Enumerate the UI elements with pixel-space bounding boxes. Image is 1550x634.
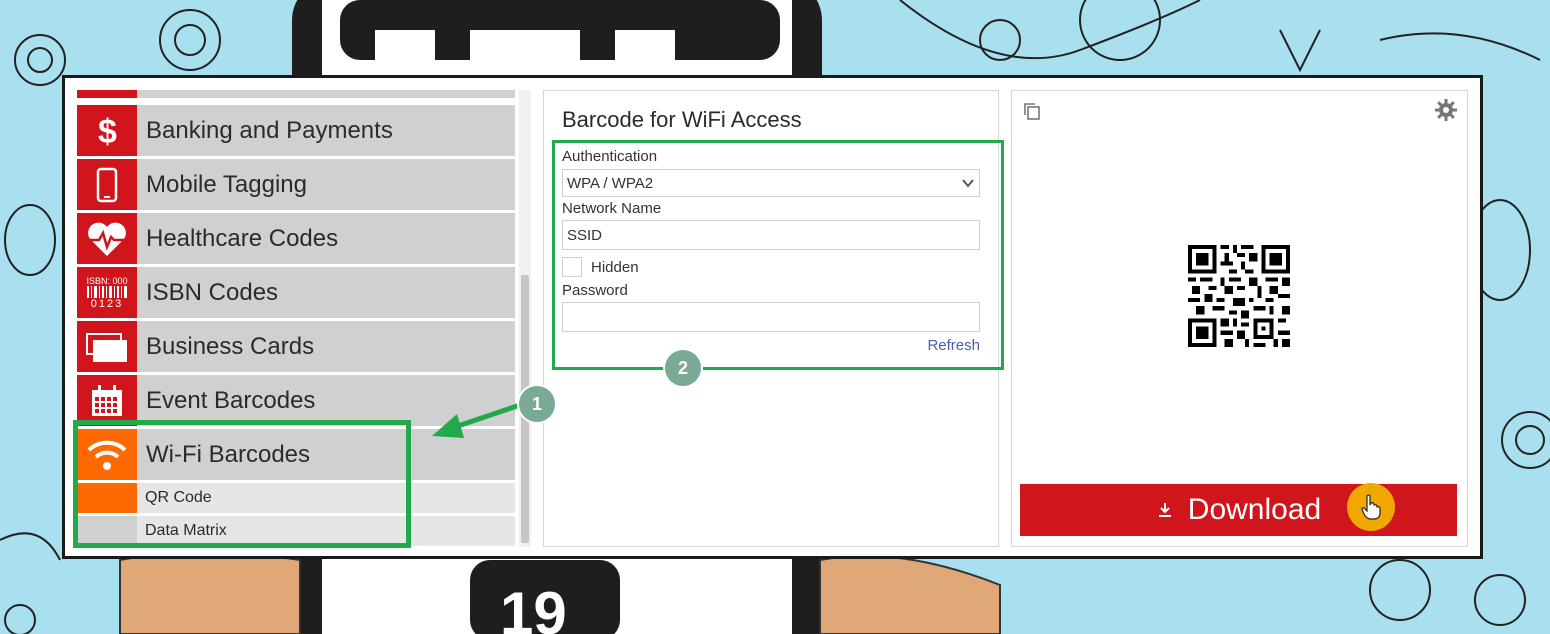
barcode-preview-panel: Download	[1011, 90, 1468, 547]
sidebar-subitem-qr-code[interactable]: QR Code	[77, 483, 515, 513]
sidebar-item-label: Mobile Tagging	[146, 170, 308, 198]
sidebar-item-banking[interactable]: $ Banking and Payments	[77, 105, 515, 156]
heart-pulse-icon	[77, 213, 137, 264]
gear-icon[interactable]	[1435, 99, 1457, 121]
qr-code-image	[1188, 245, 1290, 347]
wifi-icon	[77, 429, 137, 480]
sidebar-item-label: Wi-Fi Barcodes	[146, 440, 311, 468]
unselected-indicator	[77, 516, 137, 546]
calendar-icon	[77, 375, 137, 426]
mobile-phone-icon	[77, 159, 137, 210]
isbn-barcode-icon: ISBN: 000 0123	[77, 267, 137, 318]
hidden-checkbox-row[interactable]: Hidden	[562, 257, 639, 277]
svg-text:19: 19	[500, 580, 567, 634]
sidebar-subitem-data-matrix[interactable]: Data Matrix	[77, 516, 515, 546]
sidebar-previous-item-edge	[137, 90, 515, 98]
network-name-input[interactable]	[562, 220, 980, 250]
app-window: $ Banking and Payments Mobile Tagging He…	[62, 75, 1483, 559]
sidebar-previous-item-icon-edge	[77, 90, 137, 98]
sidebar-item-label: Event Barcodes	[146, 386, 316, 414]
sidebar-subitem-label: Data Matrix	[145, 522, 227, 539]
network-name-label: Network Name	[562, 200, 662, 217]
mouse-pointer-highlight	[1347, 483, 1395, 531]
sidebar-item-label: Healthcare Codes	[146, 224, 339, 252]
form-title: Barcode for WiFi Access	[562, 107, 802, 132]
authentication-select[interactable]: WPA / WPA2	[562, 169, 980, 197]
step-badge-2: 2	[663, 348, 703, 388]
hidden-checkbox[interactable]	[562, 257, 582, 277]
hidden-label: Hidden	[591, 258, 639, 276]
sidebar-subitem-label: QR Code	[145, 489, 212, 506]
svg-text:$: $	[98, 113, 117, 150]
hand-cursor-icon	[1361, 494, 1381, 520]
password-input[interactable]	[562, 302, 980, 332]
chevron-down-icon	[962, 179, 974, 188]
sidebar-item-business-cards[interactable]: Business Cards	[77, 321, 515, 372]
download-icon	[1158, 503, 1171, 517]
selected-indicator	[77, 483, 137, 513]
refresh-link[interactable]: Refresh	[927, 337, 980, 354]
step-badge-1: 1	[517, 384, 557, 424]
isbn-icon-top-text: ISBN: 000	[86, 275, 128, 286]
isbn-icon-bottom-text: 0123	[90, 297, 124, 310]
category-sidebar: $ Banking and Payments Mobile Tagging He…	[77, 90, 531, 547]
password-label: Password	[562, 282, 628, 299]
wifi-form-panel: Barcode for WiFi Access Authentication W…	[543, 90, 999, 547]
sidebar-item-healthcare[interactable]: Healthcare Codes	[77, 213, 515, 264]
dollar-icon: $	[77, 105, 137, 156]
sidebar-item-label: ISBN Codes	[146, 278, 279, 306]
sidebar-item-label: Banking and Payments	[146, 116, 393, 144]
sidebar-item-label: Business Cards	[146, 332, 315, 360]
sidebar-item-wifi-barcodes[interactable]: Wi-Fi Barcodes	[77, 429, 515, 480]
download-label: Download	[1187, 493, 1322, 526]
business-card-icon	[77, 321, 137, 372]
authentication-label: Authentication	[562, 148, 658, 165]
sidebar-item-event-barcodes[interactable]: Event Barcodes	[77, 375, 515, 426]
copy-icon[interactable]	[1022, 101, 1042, 121]
authentication-value: WPA / WPA2	[567, 174, 654, 192]
sidebar-scrollbar[interactable]	[519, 90, 531, 547]
sidebar-item-mobile-tagging[interactable]: Mobile Tagging	[77, 159, 515, 210]
sidebar-item-isbn[interactable]: ISBN: 000 0123 ISBN Codes	[77, 267, 515, 318]
